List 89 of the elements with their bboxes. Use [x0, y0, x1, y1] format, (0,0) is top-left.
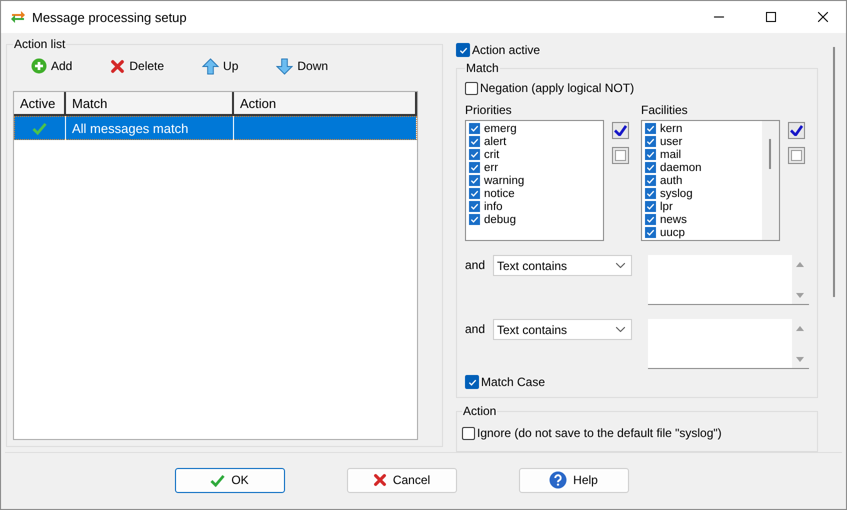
list-item[interactable]: daemon	[660, 162, 702, 174]
checkbox[interactable]	[645, 162, 656, 173]
maximize-icon	[766, 12, 776, 22]
checkbox[interactable]	[456, 43, 470, 57]
empty-square-icon	[791, 150, 802, 161]
list-item[interactable]: auth	[660, 174, 682, 186]
checkbox[interactable]	[462, 426, 475, 440]
plus-icon	[31, 58, 47, 74]
list-item[interactable]: kern	[660, 122, 682, 134]
help-button[interactable]: Help	[518, 468, 628, 492]
up-button[interactable]: Up	[198, 56, 242, 76]
checkbox[interactable]	[469, 188, 480, 199]
group-title: Action	[462, 404, 498, 418]
delete-button[interactable]: Delete	[106, 56, 168, 76]
help-icon	[549, 471, 568, 489]
checkbox[interactable]	[469, 162, 480, 173]
cross-icon	[110, 58, 126, 74]
up-arrow-icon	[202, 58, 220, 74]
list-item[interactable]: mail	[660, 148, 682, 160]
list-item[interactable]: notice	[484, 188, 515, 200]
add-button[interactable]: Add	[27, 56, 76, 76]
conjunction-label: and	[465, 321, 485, 336]
text-area[interactable]	[648, 255, 809, 305]
caret-icon	[616, 263, 625, 268]
swap-arrows-icon	[10, 9, 26, 25]
column-header[interactable]: Active	[14, 92, 66, 116]
column-header[interactable]: Match	[66, 92, 234, 116]
column-header[interactable]: Action	[234, 92, 417, 116]
scrollbar[interactable]	[762, 121, 779, 240]
table-row[interactable]: All messages match	[14, 116, 417, 140]
list-item[interactable]: warning	[484, 174, 524, 186]
select-all-button[interactable]	[788, 122, 805, 139]
list-item[interactable]: news	[660, 214, 687, 226]
list-item[interactable]: syslog	[660, 188, 693, 200]
checkbox-label: Ignore (do not save to the default file "syslog")	[477, 426, 722, 440]
close-icon	[818, 12, 828, 22]
empty-square-icon	[615, 150, 626, 161]
checkbox[interactable]	[469, 136, 480, 147]
checkbox[interactable]	[645, 201, 656, 212]
checkbox[interactable]	[645, 188, 656, 199]
checkbox[interactable]	[645, 123, 656, 134]
checkbox[interactable]	[645, 175, 656, 186]
select-none-button[interactable]	[788, 147, 805, 164]
checkbox[interactable]	[465, 375, 479, 389]
check-icon	[210, 474, 226, 486]
cross-icon	[372, 473, 387, 487]
group-title: Action list	[13, 37, 66, 51]
down-button[interactable]: Down	[272, 56, 332, 76]
list-item[interactable]: lpr	[660, 200, 673, 212]
select-all-button[interactable]	[612, 122, 629, 139]
list-item[interactable]: alert	[484, 136, 506, 148]
checkbox[interactable]	[645, 149, 656, 160]
check-icon	[614, 125, 627, 136]
check-icon	[790, 125, 803, 136]
checkbox-label: Negation (apply logical NOT)	[480, 81, 634, 95]
table-cell: All messages match	[72, 120, 188, 136]
group-title: Match	[465, 61, 500, 75]
condition-dropdown[interactable]: Text contains	[493, 255, 632, 276]
condition-dropdown[interactable]: Text contains	[493, 319, 632, 340]
list-item[interactable]: user	[660, 136, 682, 148]
checkbox[interactable]	[469, 123, 480, 134]
conjunction-label: and	[465, 257, 485, 272]
list-item[interactable]: emerg	[484, 122, 517, 134]
list-item[interactable]: err	[484, 162, 498, 174]
list-item[interactable]: info	[484, 200, 503, 212]
list-title: Priorities	[465, 103, 513, 117]
checkbox-label: Action active	[472, 43, 540, 57]
checkmark-icon	[468, 378, 476, 386]
select-none-button[interactable]	[612, 147, 629, 164]
checkbox[interactable]	[645, 136, 656, 147]
checkmark-icon	[458, 46, 468, 54]
list-item[interactable]: uucp	[660, 226, 685, 238]
checkbox[interactable]	[469, 201, 480, 212]
checkbox[interactable]	[469, 175, 480, 186]
checkbox[interactable]	[645, 227, 656, 238]
ok-button[interactable]: OK	[174, 468, 284, 492]
checkbox[interactable]	[645, 214, 656, 225]
list-item[interactable]: debug	[484, 214, 516, 226]
cancel-button[interactable]: Cancel	[346, 468, 456, 492]
list-title: Facilities	[641, 103, 689, 117]
window-title: Message processing setup	[32, 10, 188, 24]
checkbox[interactable]	[469, 149, 480, 160]
checkbox[interactable]	[469, 214, 480, 225]
checkbox[interactable]	[465, 82, 478, 94]
checkbox-label: Match Case	[481, 375, 546, 389]
text-area[interactable]	[648, 319, 809, 369]
down-arrow-icon	[276, 58, 294, 74]
list-item[interactable]: crit	[484, 148, 500, 160]
caret-icon	[616, 327, 625, 332]
